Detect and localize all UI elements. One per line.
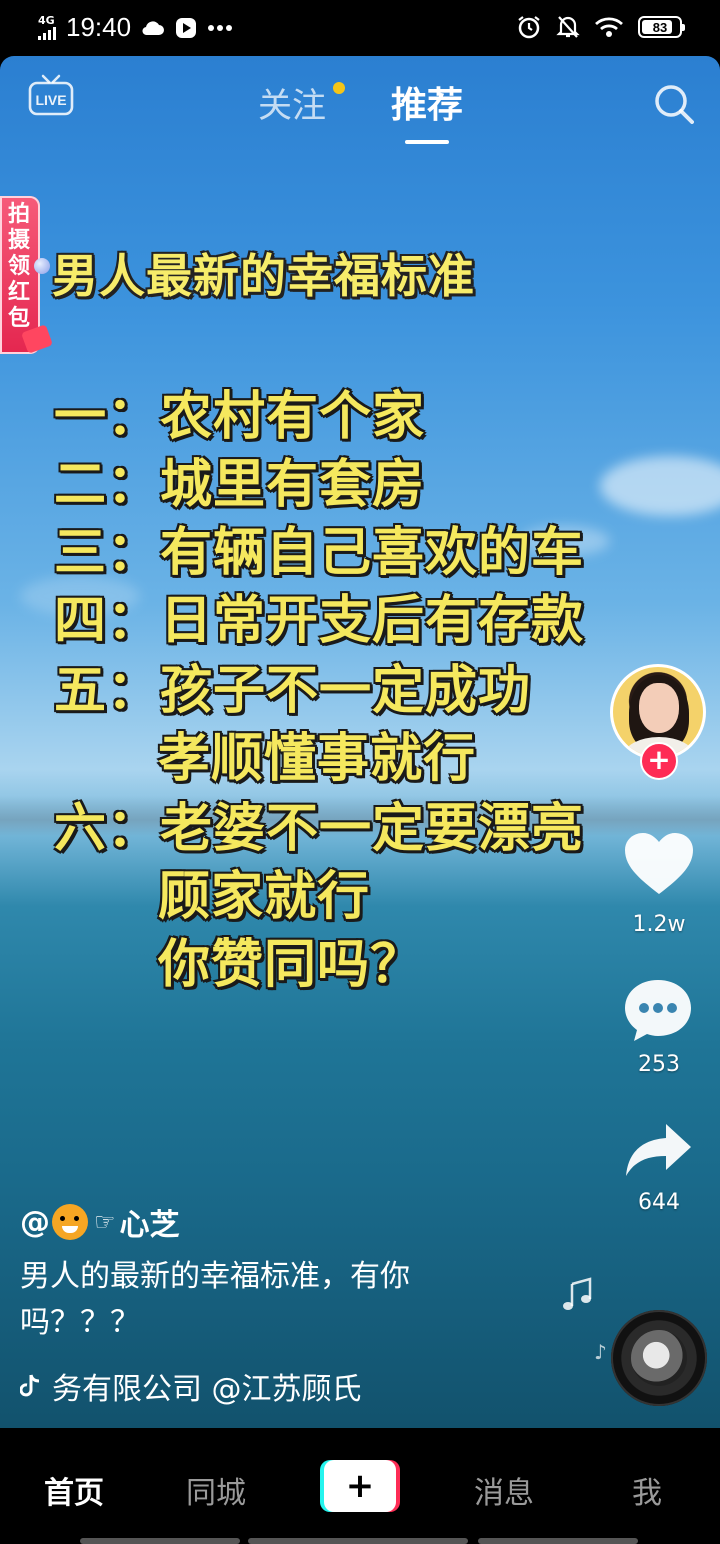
like-count: 1.2w <box>632 912 686 937</box>
red-packet-decoration <box>34 258 50 274</box>
music-disc-cover <box>631 1330 687 1386</box>
tab-follow[interactable]: 关注 <box>258 78 326 127</box>
overlay-line-7: 六：老婆不一定要漂亮 <box>54 799 585 859</box>
music-disc[interactable] <box>611 1310 707 1406</box>
create-video-button[interactable]: + <box>320 1460 400 1512</box>
bottom-nav: 首页 同城 + 消息 我 <box>0 1428 720 1544</box>
search-icon[interactable] <box>652 82 696 126</box>
music-marquee-text: 务有限公司 @江苏顾氏 <box>52 1372 362 1407</box>
share-count: 644 <box>638 1190 680 1215</box>
wifi-icon <box>595 17 623 37</box>
gesture-bar-segment <box>80 1538 240 1544</box>
comment-icon[interactable] <box>622 976 694 1044</box>
tiger-emoji-icon <box>52 1204 88 1240</box>
comment-count: 253 <box>638 1052 680 1077</box>
overlay-line-8: 顾家就行 <box>158 867 371 927</box>
overlay-line-4: 四：日常开支后有存款 <box>54 591 585 651</box>
alarm-icon <box>518 16 540 39</box>
status-bar: 4G 19:40 83 <box>0 0 720 56</box>
avatar-face <box>639 683 679 733</box>
live-label: LIVE <box>35 92 66 108</box>
cloud-icon <box>142 20 165 35</box>
status-right: 83 <box>516 14 685 40</box>
overlay-line-3: 三：有辆自己喜欢的车 <box>54 523 585 583</box>
battery-level: 83 <box>652 19 668 35</box>
follow-button[interactable]: + <box>640 742 678 780</box>
video-overlay-title: 男人最新的幸福标准 <box>52 249 475 303</box>
media-play-icon <box>176 17 197 38</box>
overlay-line-2: 二：城里有套房 <box>54 455 426 515</box>
nav-home[interactable]: 首页 <box>44 1468 104 1512</box>
clock-time: 19:40 <box>66 12 132 42</box>
signal-icon <box>38 26 56 40</box>
gesture-bar-segment <box>248 1538 468 1544</box>
red-packet-label: 拍摄领红包 <box>7 202 30 331</box>
follow-notification-dot <box>333 82 345 94</box>
music-note-icon <box>563 1277 592 1310</box>
cloud-decoration <box>600 456 720 516</box>
overlay-line-5: 五：孩子不一定成功 <box>54 661 532 721</box>
network-indicator: 4G <box>38 15 56 40</box>
like-heart-icon[interactable] <box>622 830 696 898</box>
author-at: @ <box>20 1204 50 1240</box>
live-tv-icon[interactable]: LIVE <box>28 74 74 118</box>
author-handle[interactable]: @ ☞ 心芝 <box>20 1200 180 1244</box>
pointing-hand-icon: ☞ <box>94 1208 116 1236</box>
gesture-bar-segment <box>478 1538 638 1544</box>
nav-nearby[interactable]: 同城 <box>186 1468 246 1512</box>
share-arrow-icon[interactable] <box>624 1120 694 1180</box>
status-left: 4G 19:40 <box>38 12 233 43</box>
overlay-line-1: 一：农村有个家 <box>54 387 426 447</box>
tab-recommend[interactable]: 推荐 <box>391 76 463 128</box>
top-nav: LIVE 关注 推荐 <box>0 56 720 156</box>
music-logo-icon <box>20 1374 40 1397</box>
nav-profile[interactable]: 我 <box>632 1468 662 1512</box>
nav-messages[interactable]: 消息 <box>474 1468 534 1512</box>
more-dots-icon <box>208 24 233 31</box>
overlay-line-6: 孝顺懂事就行 <box>158 729 477 789</box>
active-tab-indicator <box>405 140 449 144</box>
author-name: 心芝 <box>119 1208 180 1243</box>
overlay-line-9: 你赞同吗？ <box>158 935 424 995</box>
plus-icon: + <box>324 1460 396 1512</box>
music-info[interactable]: 务有限公司 @江苏顾氏 <box>20 1364 422 1408</box>
video-description[interactable]: 男人的最新的幸福标准，有你吗？？？ <box>20 1254 480 1346</box>
music-note-small-icon: ♪ <box>594 1340 607 1364</box>
network-type: 4G <box>38 14 55 27</box>
mute-bell-icon <box>556 16 580 38</box>
battery-indicator: 83 <box>638 16 685 38</box>
